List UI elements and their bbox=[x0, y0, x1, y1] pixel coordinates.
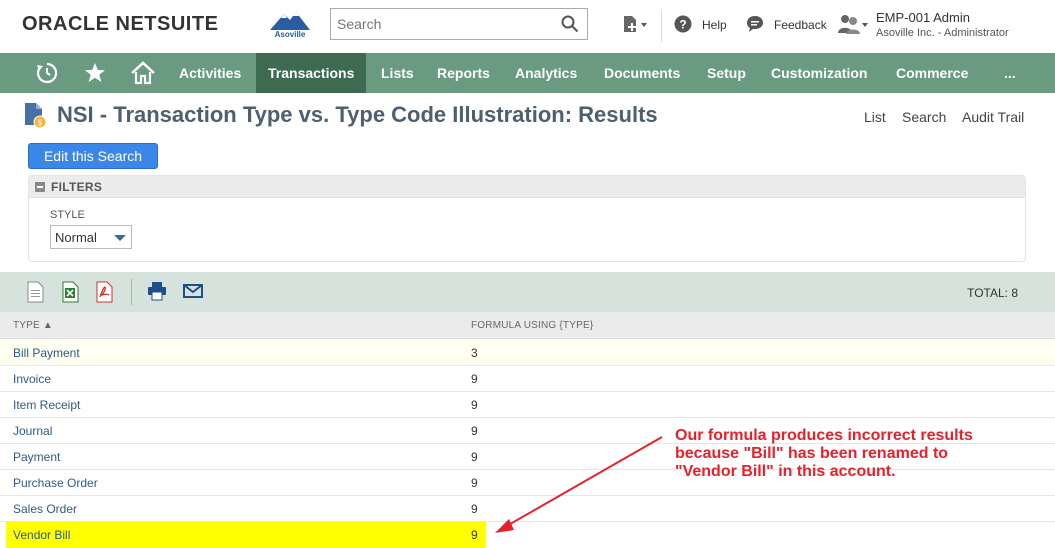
search-icon[interactable] bbox=[561, 15, 579, 33]
main-navigation: Activities Transactions Lists Reports An… bbox=[0, 53, 1055, 93]
annotation-line: Our formula produces incorrect results bbox=[675, 427, 973, 444]
results-total: TOTAL: 8 bbox=[967, 286, 1018, 300]
company-logo: Asoville bbox=[268, 8, 312, 42]
print-icon[interactable] bbox=[147, 281, 167, 301]
roles-icon[interactable] bbox=[836, 13, 870, 35]
formula-cell: 3 bbox=[471, 346, 478, 360]
type-cell[interactable]: Purchase Order bbox=[13, 476, 98, 490]
nav-setup[interactable]: Setup bbox=[695, 53, 758, 93]
table-row[interactable]: Item Receipt 9 bbox=[0, 392, 1055, 418]
annotation-note: Our formula produces incorrect results b… bbox=[675, 427, 1015, 481]
audit-trail-link[interactable]: Audit Trail bbox=[962, 109, 1024, 125]
formula-cell: 9 bbox=[471, 528, 478, 542]
export-pdf-icon[interactable] bbox=[96, 281, 114, 303]
page-title: NSI - Transaction Type vs. Type Code Ill… bbox=[57, 102, 658, 127]
column-header-formula[interactable]: FORMULA USING {TYPE} bbox=[471, 320, 593, 331]
global-search[interactable] bbox=[330, 8, 588, 40]
oracle-netsuite-logo[interactable]: ORACLE NETSUITE bbox=[22, 13, 218, 36]
help-icon[interactable]: ? bbox=[674, 15, 692, 33]
style-select-value: Normal bbox=[55, 230, 97, 245]
table-row[interactable]: Bill Payment 3 bbox=[0, 340, 1055, 366]
results-table-header: TYPE ▲ FORMULA USING {TYPE} bbox=[0, 312, 1055, 339]
type-cell[interactable]: Bill Payment bbox=[13, 346, 80, 360]
export-csv-icon[interactable] bbox=[27, 281, 45, 303]
formula-cell: 9 bbox=[471, 476, 478, 490]
results-toolbar: TOTAL: 8 bbox=[0, 272, 1055, 312]
formula-cell: 9 bbox=[471, 424, 478, 438]
formula-cell: 9 bbox=[471, 372, 478, 386]
nav-transactions[interactable]: Transactions bbox=[256, 53, 367, 93]
nav-customization[interactable]: Customization bbox=[759, 53, 879, 93]
feedback-icon[interactable] bbox=[746, 15, 764, 33]
netsuite-page: ORACLE NETSUITE Asoville Search ? Help F… bbox=[0, 0, 1055, 548]
nav-analytics[interactable]: Analytics bbox=[503, 53, 589, 93]
nav-activities[interactable]: Activities bbox=[167, 53, 253, 93]
company-logo-text: Asoville bbox=[274, 30, 306, 39]
recent-records-icon[interactable] bbox=[27, 53, 67, 93]
help-link[interactable]: Help bbox=[702, 18, 727, 32]
top-header: ORACLE NETSUITE Asoville Search ? Help F… bbox=[0, 0, 1055, 53]
email-icon[interactable] bbox=[183, 281, 203, 301]
feedback-link[interactable]: Feedback bbox=[774, 18, 827, 32]
style-select[interactable]: Normal bbox=[50, 225, 132, 249]
svg-text:$: $ bbox=[38, 119, 43, 128]
nav-more[interactable]: ... bbox=[992, 53, 1028, 93]
table-row[interactable]: Invoice 9 bbox=[0, 366, 1055, 392]
header-divider bbox=[661, 10, 662, 42]
home-icon[interactable] bbox=[123, 53, 163, 93]
user-name[interactable]: EMP-001 Admin bbox=[876, 10, 970, 25]
saved-search-icon: $ bbox=[25, 103, 47, 129]
logo-oracle-text: ORACLE bbox=[22, 13, 110, 35]
logo-netsuite-text: NETSUITE bbox=[115, 13, 219, 35]
toolbar-divider bbox=[131, 279, 132, 305]
collapse-icon[interactable] bbox=[35, 182, 45, 192]
edit-search-button[interactable]: Edit this Search bbox=[28, 143, 158, 169]
type-cell[interactable]: Vendor Bill bbox=[13, 528, 70, 542]
table-row[interactable]: Vendor Bill 9 bbox=[0, 522, 1055, 548]
nav-documents[interactable]: Documents bbox=[592, 53, 692, 93]
type-cell[interactable]: Sales Order bbox=[13, 502, 77, 516]
create-new-icon[interactable] bbox=[621, 14, 649, 36]
export-excel-icon[interactable] bbox=[62, 281, 80, 303]
annotation-line: "Vendor Bill" in this account. bbox=[675, 463, 896, 480]
type-cell[interactable]: Invoice bbox=[13, 372, 51, 386]
nav-reports[interactable]: Reports bbox=[425, 53, 502, 93]
svg-text:?: ? bbox=[679, 18, 686, 32]
filters-panel: FILTERS STYLE Normal bbox=[28, 175, 1026, 262]
filters-heading: FILTERS bbox=[51, 180, 103, 194]
search-link[interactable]: Search bbox=[902, 109, 946, 125]
nav-lists[interactable]: Lists bbox=[369, 53, 426, 93]
formula-cell: 9 bbox=[471, 450, 478, 464]
annotation-line: because "Bill" has been renamed to bbox=[675, 445, 949, 462]
shortcuts-star-icon[interactable] bbox=[75, 53, 115, 93]
column-header-type[interactable]: TYPE ▲ bbox=[13, 320, 53, 331]
nav-commerce[interactable]: Commerce bbox=[884, 53, 980, 93]
list-link[interactable]: List bbox=[864, 109, 886, 125]
type-cell[interactable]: Payment bbox=[13, 450, 60, 464]
type-cell[interactable]: Item Receipt bbox=[13, 398, 80, 412]
search-input[interactable] bbox=[331, 9, 551, 39]
style-label: STYLE bbox=[50, 209, 85, 221]
type-cell[interactable]: Journal bbox=[13, 424, 52, 438]
table-row[interactable]: Sales Order 9 bbox=[0, 496, 1055, 522]
mountain-icon bbox=[270, 12, 310, 30]
chevron-down-icon[interactable] bbox=[114, 235, 126, 241]
filters-header[interactable]: FILTERS bbox=[29, 176, 1025, 198]
user-role[interactable]: Asoville Inc. - Administrator bbox=[876, 27, 1009, 39]
formula-cell: 9 bbox=[471, 502, 478, 516]
formula-cell: 9 bbox=[471, 398, 478, 412]
